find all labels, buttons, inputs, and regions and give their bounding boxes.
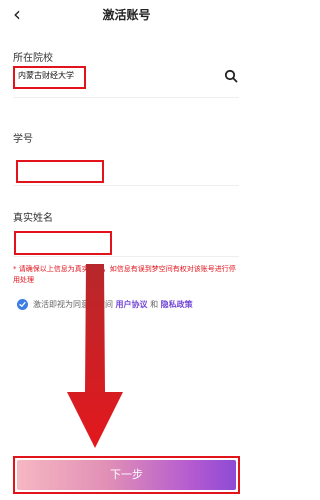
user-agreement-link[interactable]: 用户协议: [116, 300, 148, 309]
privacy-policy-link[interactable]: 隐私政策: [161, 300, 193, 309]
check-icon: [19, 301, 26, 307]
annotation-box-real-name: [14, 231, 112, 255]
agreement-text: 激活即视为同意梦空间 用户协议 和 隐私政策: [33, 299, 193, 310]
divider: [13, 97, 239, 98]
divider: [13, 256, 239, 257]
checkbox[interactable]: [17, 299, 28, 310]
school-label: 所在院校: [13, 53, 53, 64]
page-title: 激活账号: [102, 8, 151, 22]
annotation-box-next-button: [13, 456, 240, 494]
student-id-label: 学号: [13, 134, 33, 145]
divider: [13, 185, 239, 186]
real-name-label: 真实姓名: [13, 213, 53, 224]
annotation-box-student-id: [16, 160, 104, 183]
nav-bar: ‹ 激活账号: [0, 0, 253, 34]
search-icon[interactable]: [224, 69, 238, 83]
annotation-box-school: [13, 66, 86, 89]
agreement-row: 激活即视为同意梦空间 用户协议 和 隐私政策: [17, 298, 247, 312]
agreement-prefix: 激活即视为同意梦空间: [33, 300, 113, 309]
agreement-and: 和: [150, 300, 159, 309]
notice-text: * 请确保以上信息为真实信息，如信息有误到梦空间有权对该账号进行停用处理: [13, 265, 236, 284]
